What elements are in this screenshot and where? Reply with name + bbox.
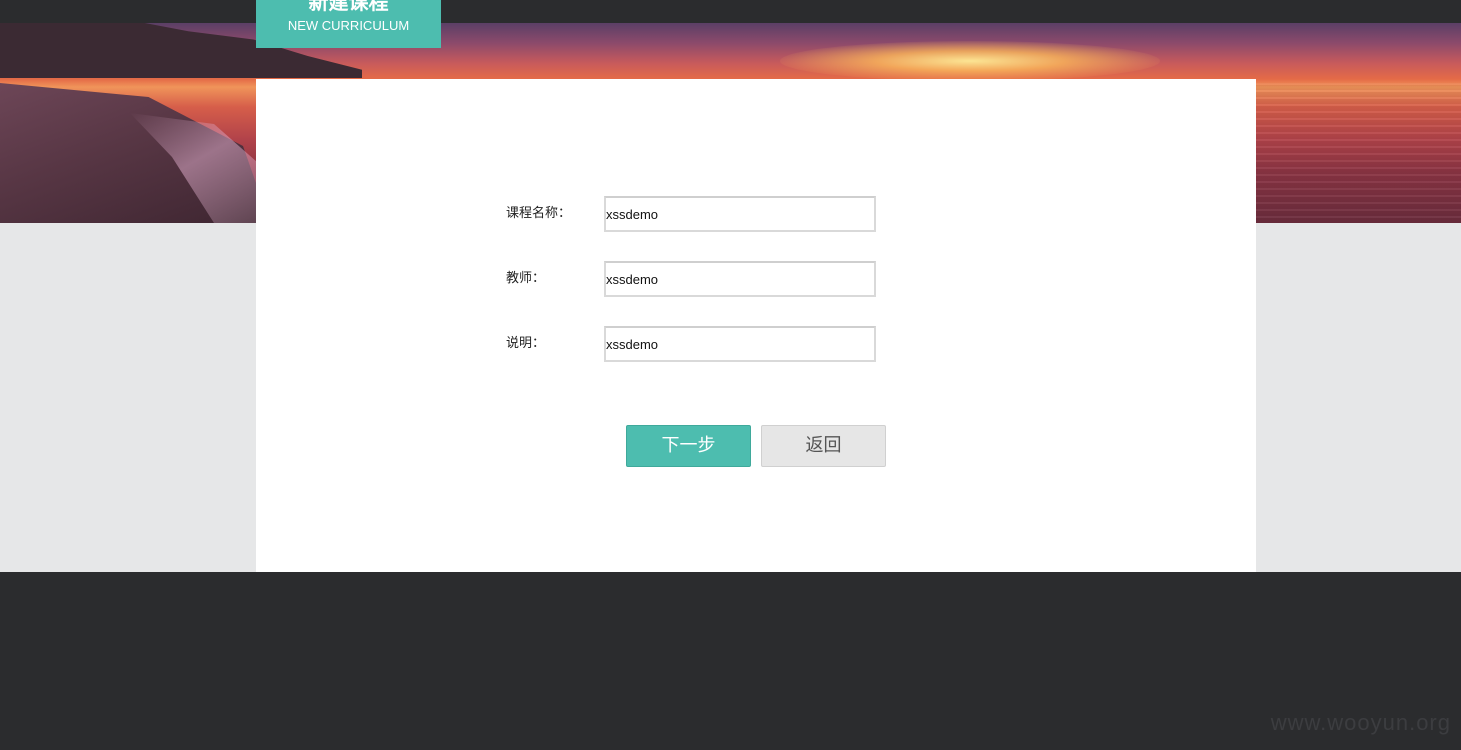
description-row: 说明：: [506, 326, 906, 362]
description-label: 说明：: [506, 336, 546, 351]
form-panel: 课程名称： 教师： 说明： 下一步 返回: [256, 79, 1256, 572]
description-input[interactable]: [604, 326, 876, 362]
sunset-glow: [780, 41, 1160, 81]
next-step-button[interactable]: 下一步: [626, 425, 751, 467]
sea-ripples: [1256, 83, 1461, 223]
page-subtitle: NEW CURRICULUM: [287, 18, 410, 33]
teacher-input[interactable]: [604, 261, 876, 297]
page-footer: www.wooyun.org: [0, 572, 1461, 750]
course-name-label: 课程名称：: [506, 206, 572, 221]
watermark-text: www.wooyun.org: [1270, 710, 1451, 735]
course-name-row: 课程名称：: [506, 196, 906, 232]
back-button[interactable]: 返回: [761, 425, 886, 467]
top-bar: [0, 0, 1461, 23]
course-name-input[interactable]: [604, 196, 876, 232]
page-title-tab: 新建课程 NEW CURRICULUM: [256, 0, 441, 48]
page-title: 新建课程: [308, 0, 389, 14]
teacher-label: 教师：: [506, 271, 546, 286]
teacher-row: 教师：: [506, 261, 906, 297]
